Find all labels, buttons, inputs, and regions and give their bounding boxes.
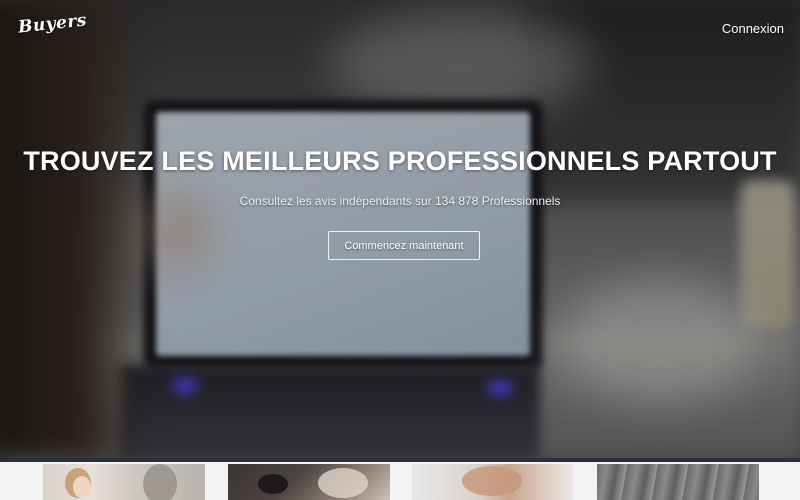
- hand-tool-thumbnail[interactable]: [228, 464, 390, 500]
- hero-subtitle: Consultez les avis indépendants sur 134 …: [239, 194, 561, 208]
- get-started-button[interactable]: Commencez maintenant: [328, 231, 480, 260]
- family-photo-thumbnail[interactable]: [43, 464, 205, 500]
- thumbnail-strip: [0, 458, 800, 500]
- fabric-texture-thumbnail[interactable]: [597, 464, 759, 500]
- hero-title: TROUVEZ LES MEILLEURS PROFESSIONNELS PAR…: [23, 146, 777, 176]
- landing-page: Buyers Connexion TROUVEZ LES MEILLEURS P…: [0, 0, 800, 500]
- hand-desk-thumbnail[interactable]: [412, 464, 574, 500]
- hero-background-image: [0, 0, 800, 458]
- login-link[interactable]: Connexion: [722, 21, 784, 36]
